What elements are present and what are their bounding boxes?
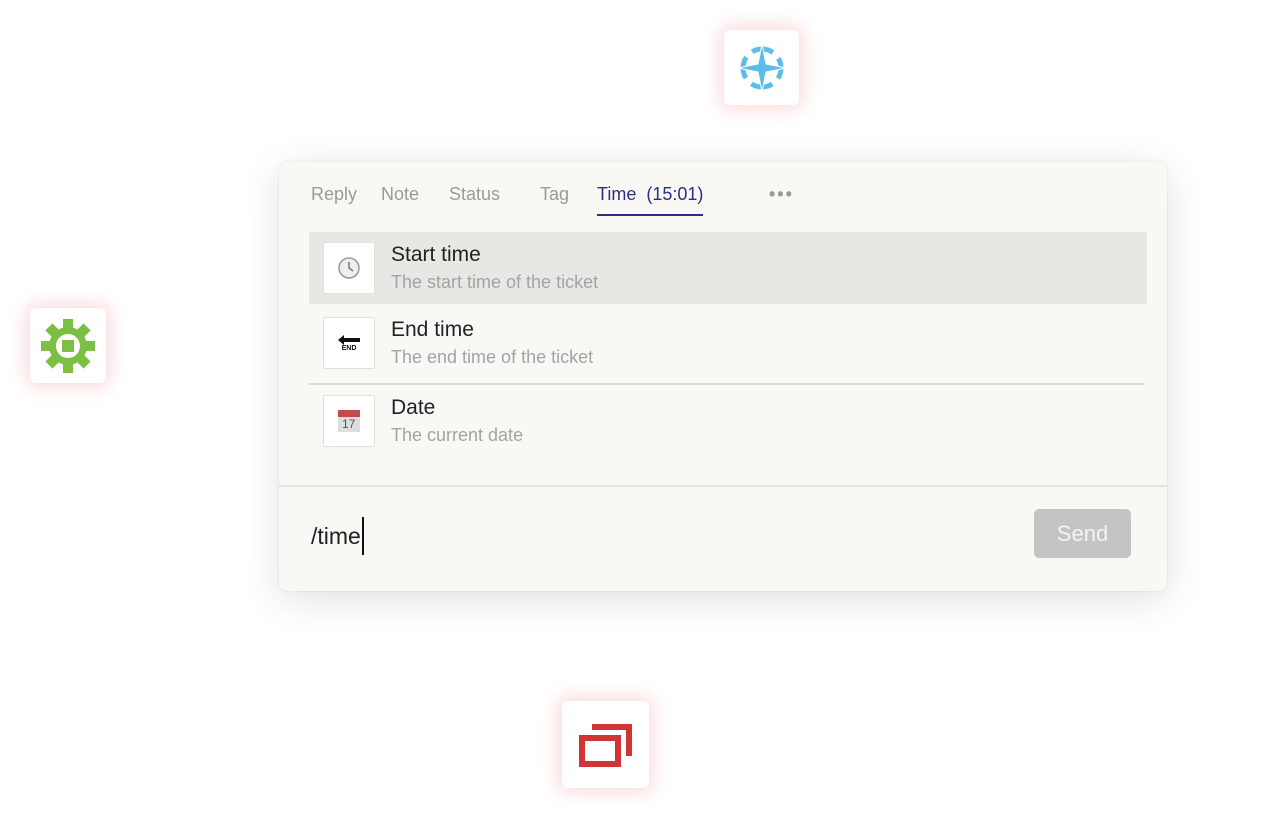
- end-icon-label: END: [341, 344, 357, 352]
- windows-app-tile[interactable]: [562, 701, 649, 788]
- tab-reply[interactable]: Reply: [311, 184, 357, 205]
- message-input-value: /time: [311, 522, 361, 549]
- suggestion-end-time[interactable]: END End time The end time of the ticket: [309, 307, 1147, 379]
- tab-status[interactable]: Status: [449, 184, 500, 205]
- windows-stack-icon: [578, 723, 632, 767]
- compass-star-icon: [737, 43, 786, 92]
- suggestion-start-time[interactable]: Start time The start time of the ticket: [309, 232, 1147, 304]
- suggestion-icon-box: [323, 242, 375, 294]
- message-input[interactable]: /time: [311, 517, 364, 555]
- clock-icon: [338, 257, 360, 279]
- tab-tag[interactable]: Tag: [540, 184, 569, 205]
- tab-time[interactable]: Time (15:01): [597, 184, 704, 216]
- calendar-day: 17: [342, 417, 356, 431]
- calendar-icon: 17: [338, 410, 360, 432]
- footer-divider: [279, 485, 1167, 487]
- suggestion-date[interactable]: 17 Date The current date: [309, 385, 1147, 457]
- text-caret: [361, 517, 364, 555]
- composer-panel: Reply Note Status Tag Time (15:01) ••• S…: [279, 162, 1167, 591]
- end-arrow-icon: END: [338, 334, 360, 352]
- tab-note[interactable]: Note: [381, 184, 419, 205]
- suggestion-icon-box: END: [323, 317, 375, 369]
- suggestion-title: Start time: [391, 243, 481, 266]
- compass-app-tile[interactable]: [724, 30, 799, 105]
- suggestion-title: End time: [391, 318, 474, 341]
- suggestion-subtitle: The end time of the ticket: [391, 347, 594, 367]
- suggestion-title: Date: [391, 396, 436, 419]
- settings-app-tile[interactable]: [30, 308, 106, 383]
- gear-icon: [41, 318, 95, 373]
- suggestion-subtitle: The current date: [391, 425, 524, 445]
- suggestion-icon-box: 17: [323, 395, 375, 447]
- more-tabs-button[interactable]: •••: [769, 184, 794, 205]
- send-button[interactable]: Send: [1034, 509, 1131, 558]
- suggestion-subtitle: The start time of the ticket: [391, 272, 599, 292]
